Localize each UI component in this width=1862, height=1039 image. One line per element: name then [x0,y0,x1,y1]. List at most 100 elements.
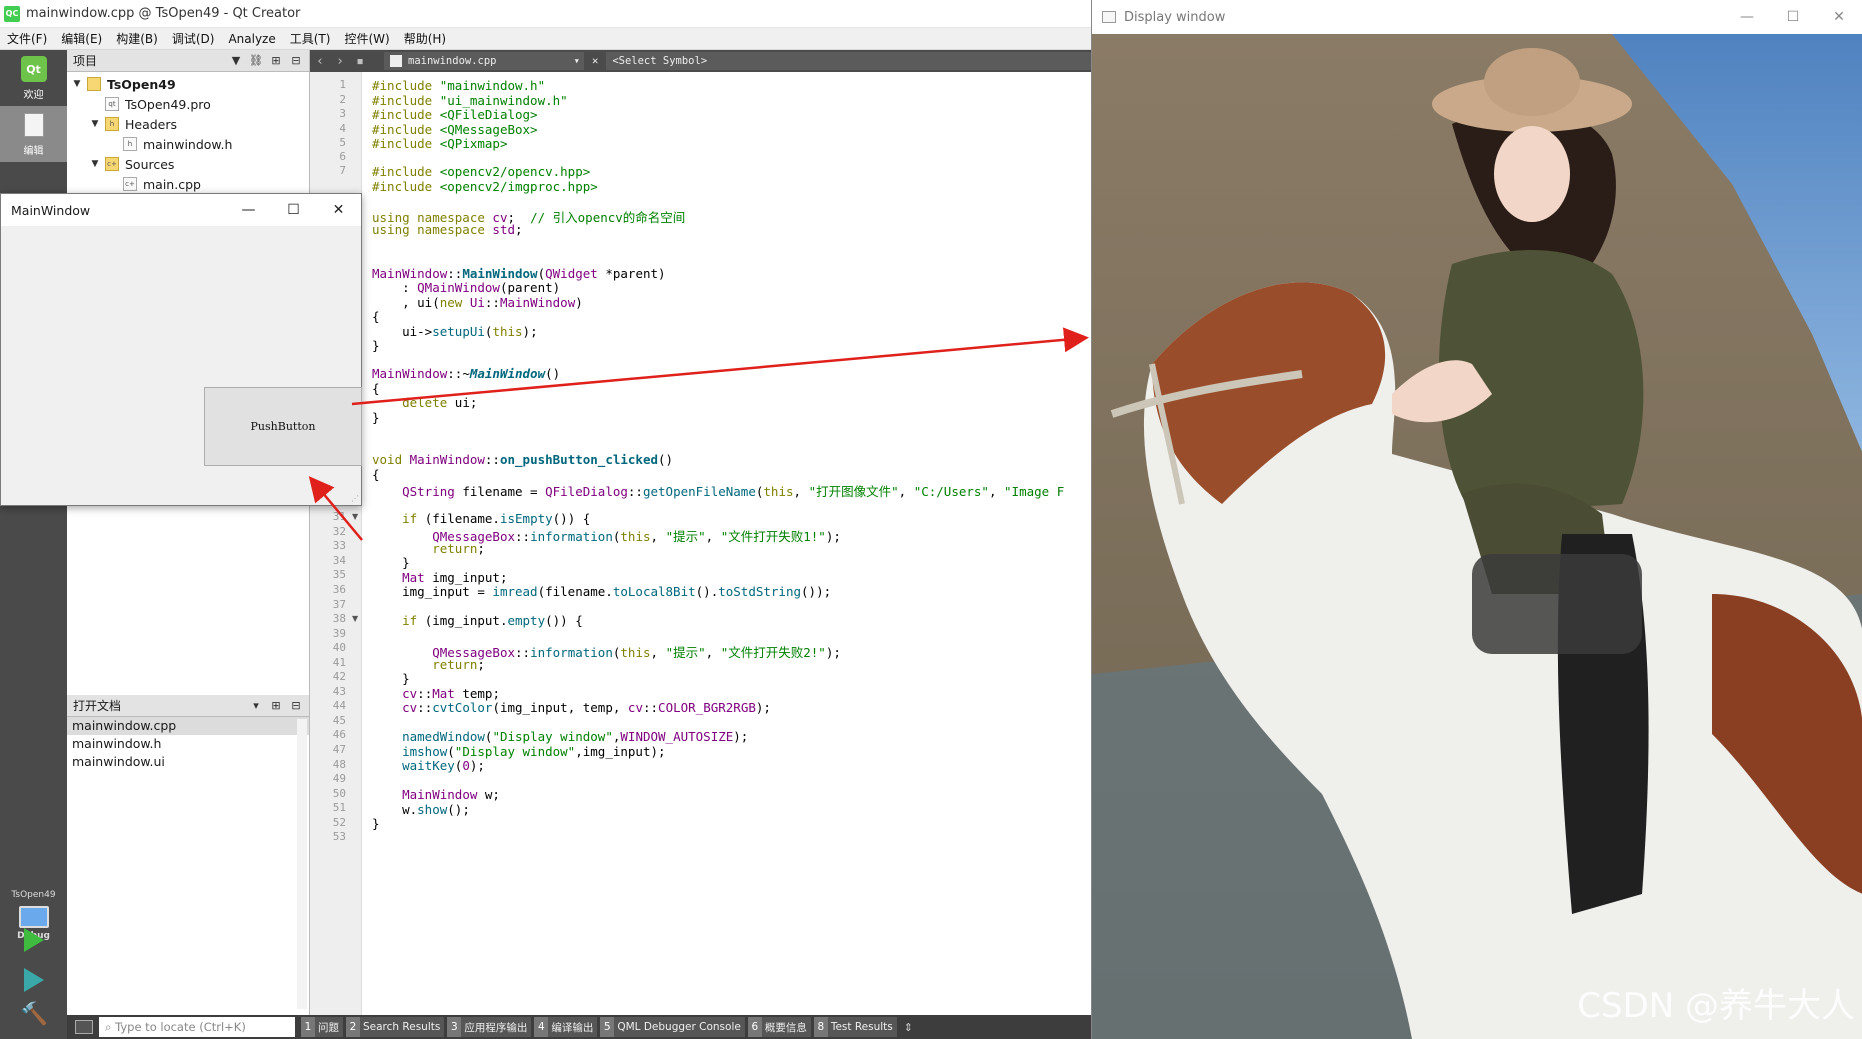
locator-input[interactable]: ⌕ Type to locate (Ctrl+K) [99,1017,295,1037]
maximize-icon[interactable]: ☐ [271,202,316,218]
open-docs-scrollbar[interactable] [297,719,307,1009]
split-icon[interactable]: ⊞ [269,699,283,713]
locator-placeholder: Type to locate (Ctrl+K) [115,1020,246,1034]
close-document-icon[interactable]: ✕ [592,55,598,67]
run-button[interactable] [0,928,67,952]
menu-build[interactable]: 构建(B) [109,30,165,47]
display-window-title: Display window [1124,9,1226,25]
menu-help[interactable]: 帮助(H) [397,30,453,47]
tab-label: 问题 [318,1021,339,1034]
menu-file[interactable]: 文件(F) [0,30,54,47]
tree-item-header-file[interactable]: h mainwindow.h [67,134,309,154]
line-number: 41 [332,655,346,669]
link-icon[interactable]: ⛓ [249,54,263,68]
tree-item-pro[interactable]: qt TsOpen49.pro [67,94,309,114]
collapse-arrow-icon[interactable]: ▼ [89,119,101,129]
file-selector[interactable]: mainwindow.cpp ▾ [384,52,584,70]
tree-item-sources[interactable]: ▼ c+ Sources [67,154,309,174]
menu-tools[interactable]: 工具(T) [283,30,338,47]
tab-number: 5 [600,1017,615,1037]
output-tab-tests[interactable]: 8 Test Results [813,1017,897,1037]
menu-edit[interactable]: 编辑(E) [54,30,109,47]
build-button[interactable]: 🔨 [0,1002,67,1028]
line-number: 4 [339,122,346,135]
displayed-image: CSDN @养牛大人 [1092,34,1862,1039]
tab-number: 8 [813,1017,828,1037]
project-folder-icon [87,77,101,91]
line-number: 6 [339,150,346,163]
menu-debug[interactable]: 调试(D) [165,30,222,47]
photo-scene [1092,34,1862,1039]
minimize-icon[interactable]: — [1724,9,1770,25]
output-tab-qml[interactable]: 5 QML Debugger Console [600,1017,745,1037]
code-editor[interactable]: #include "mainwindow.h" #include "ui_mai… [362,72,1091,1015]
open-doc-item[interactable]: mainwindow.ui [67,753,309,771]
debug-run-button[interactable] [0,968,67,992]
open-doc-item[interactable]: mainwindow.h [67,735,309,753]
filter-icon[interactable]: ▼ [229,54,243,68]
menu-bar: 文件(F) 编辑(E) 构建(B) 调试(D) Analyze 工具(T) 控件… [0,28,1091,50]
nav-forward-icon[interactable]: › [330,54,350,69]
fold-marker-icon[interactable]: ▼ [352,512,358,521]
line-number: 47 [332,743,346,756]
line-number: 44 [332,699,346,713]
cpp-file-icon [390,55,402,67]
tree-item-source-file[interactable]: c+ main.cpp [67,174,309,194]
open-docs-title[interactable]: 打开文档 [73,697,121,714]
tree-sources-label: Sources [125,156,175,172]
tree-header-file-label: mainwindow.h [143,136,233,152]
close-panel-icon[interactable]: ⊟ [289,699,303,713]
menu-analyze[interactable]: Analyze [221,32,282,46]
run-icon [23,928,44,952]
line-number: 35 [332,568,346,582]
mode-welcome[interactable]: Qt 欢迎 [0,50,67,106]
tab-number: 3 [447,1017,462,1037]
tree-item-headers[interactable]: ▼ h Headers [67,114,309,134]
window-icon [1102,11,1116,23]
search-icon: ⌕ [105,1020,116,1034]
line-number: 53 [332,830,346,844]
output-tab-issues[interactable]: 1 问题 [301,1017,343,1037]
line-number: 46 [332,728,346,742]
minimize-icon[interactable]: — [226,202,271,218]
push-button[interactable]: PushButton [204,387,362,466]
line-number: 31 [332,510,346,524]
qt-window-title: mainwindow.cpp @ TsOpen49 - Qt Creator [26,6,301,21]
more-tabs-icon[interactable]: ⇕ [904,1021,913,1034]
collapse-arrow-icon[interactable]: ▼ [71,79,83,89]
output-tab-summary[interactable]: 6 概要信息 [747,1017,811,1037]
menu-widgets[interactable]: 控件(W) [337,30,396,47]
toggle-sidebar-icon[interactable] [75,1020,93,1034]
line-number: 38 [332,612,346,626]
dropdown-icon[interactable]: ▾ [249,699,263,713]
mode-edit[interactable]: 编辑 [0,106,67,162]
output-tab-app-output[interactable]: 3 应用程序输出 [447,1017,532,1037]
close-icon[interactable]: ✕ [1816,9,1862,25]
split-icon[interactable]: ⊞ [269,54,283,68]
close-icon[interactable]: ✕ [316,202,361,218]
qt-creator-window: QC mainwindow.cpp @ TsOpen49 - Qt Creato… [0,0,1091,1039]
main-window-dialog: MainWindow — ☐ ✕ PushButton ⋰ [0,193,362,506]
hammer-icon: 🔨 [20,1002,48,1027]
symbol-selector[interactable]: <Select Symbol> [606,52,1091,70]
tab-number: 4 [534,1017,549,1037]
output-tab-compile[interactable]: 4 编译输出 [534,1017,598,1037]
maximize-icon[interactable]: ☐ [1770,9,1816,25]
display-title-bar: Display window — ☐ ✕ [1092,0,1862,34]
sources-folder-icon: c+ [105,157,119,171]
open-doc-item[interactable]: mainwindow.cpp [67,717,309,735]
tree-item-project[interactable]: ▼ TsOpen49 [67,74,309,94]
resize-grip-icon[interactable]: ⋰ [351,494,359,503]
edit-document-icon [23,113,44,137]
tab-number: 1 [301,1017,315,1037]
nav-back-icon[interactable]: ‹ [310,54,330,69]
line-number: 51 [332,801,346,815]
fold-marker-icon[interactable]: ▼ [352,614,358,623]
header-file-icon: h [123,137,137,151]
project-panel-title[interactable]: 项目 [73,52,97,69]
output-tab-search[interactable]: 2 Search Results [346,1017,445,1037]
close-panel-icon[interactable]: ⊟ [289,54,303,68]
line-number: 3 [339,107,346,120]
qt-title-bar: QC mainwindow.cpp @ TsOpen49 - Qt Creato… [0,0,1091,28]
collapse-arrow-icon[interactable]: ▼ [89,159,101,169]
